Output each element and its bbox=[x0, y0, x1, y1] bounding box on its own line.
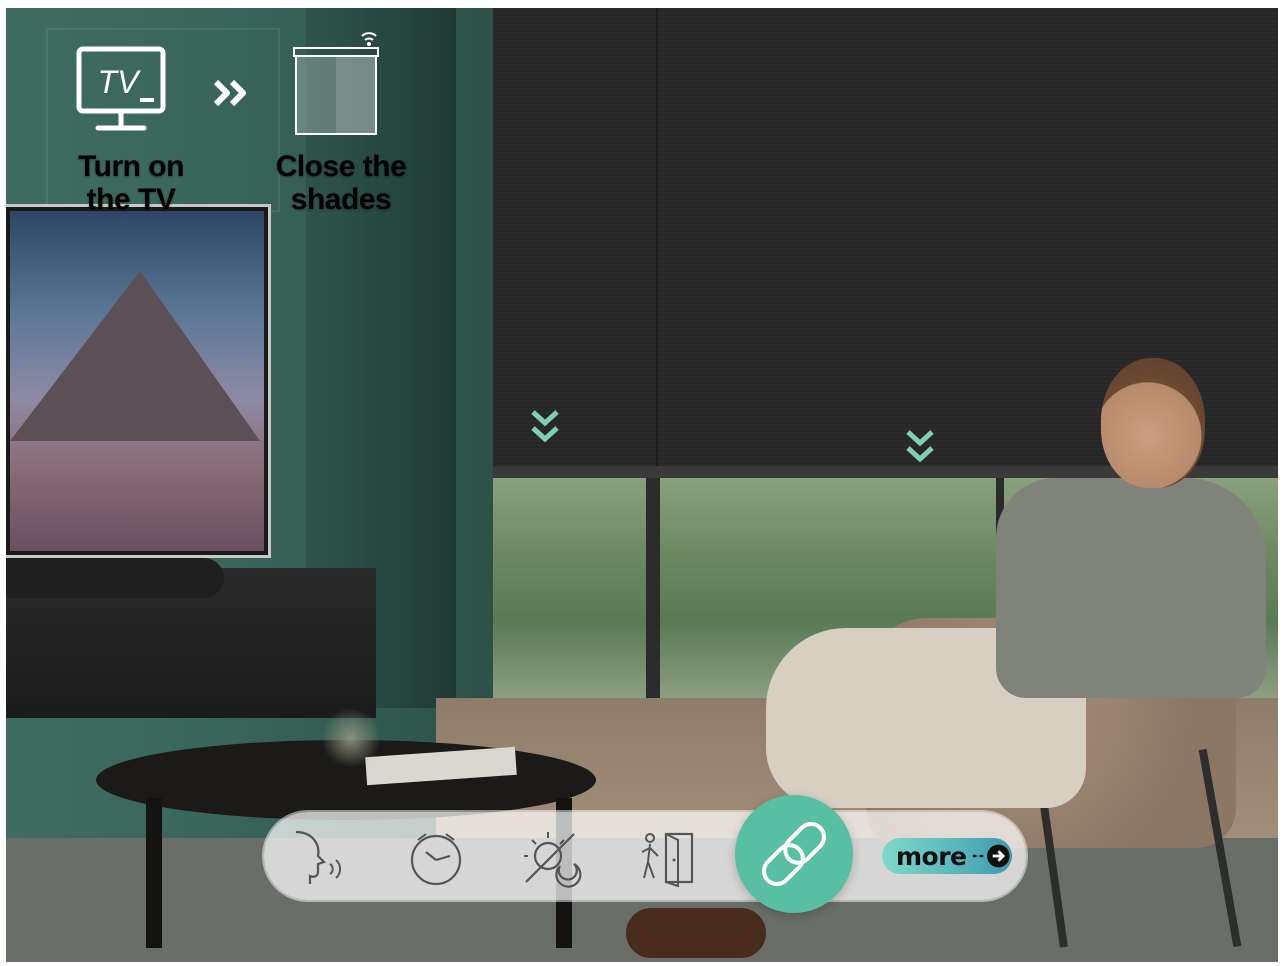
clock-icon[interactable] bbox=[404, 826, 468, 890]
tv-icon-text: TV bbox=[98, 64, 142, 100]
link-scene-button[interactable] bbox=[735, 795, 853, 913]
person-torso bbox=[996, 478, 1266, 698]
double-chevron-right-icon bbox=[213, 79, 246, 107]
link-icon bbox=[762, 822, 826, 886]
voice-control-icon[interactable] bbox=[286, 826, 350, 890]
television bbox=[6, 204, 271, 558]
roller-blind-wifi-icon bbox=[293, 32, 379, 135]
person-door-icon[interactable] bbox=[636, 826, 700, 890]
flow-step-shades-line1: Close the bbox=[275, 150, 407, 183]
shade-seam bbox=[656, 8, 658, 478]
air-plant bbox=[321, 708, 381, 768]
flow-step-tv-line1: Turn on bbox=[78, 150, 184, 183]
flow-step-shades-line2: shades bbox=[290, 183, 392, 216]
person-shoe bbox=[626, 908, 766, 958]
flow-step-shades: Close the shades bbox=[268, 150, 414, 216]
double-chevron-down-icon bbox=[906, 430, 934, 463]
person-head bbox=[1101, 358, 1205, 488]
more-button[interactable]: more bbox=[882, 838, 1012, 874]
window-mullion bbox=[646, 478, 660, 718]
soundbar bbox=[6, 558, 224, 598]
flow-step-tv-line2: the TV bbox=[86, 183, 176, 216]
mountain-image bbox=[10, 271, 260, 441]
table-leg bbox=[146, 798, 162, 948]
tv-icon: TV bbox=[76, 46, 166, 131]
tv-screen bbox=[10, 211, 264, 551]
flow-step-tv: Turn on the TV bbox=[72, 150, 190, 216]
more-label: more bbox=[896, 841, 967, 871]
sun-moon-icon[interactable] bbox=[520, 826, 584, 890]
arrow-right-circle-icon bbox=[972, 844, 1010, 868]
double-chevron-down-icon bbox=[531, 410, 559, 443]
